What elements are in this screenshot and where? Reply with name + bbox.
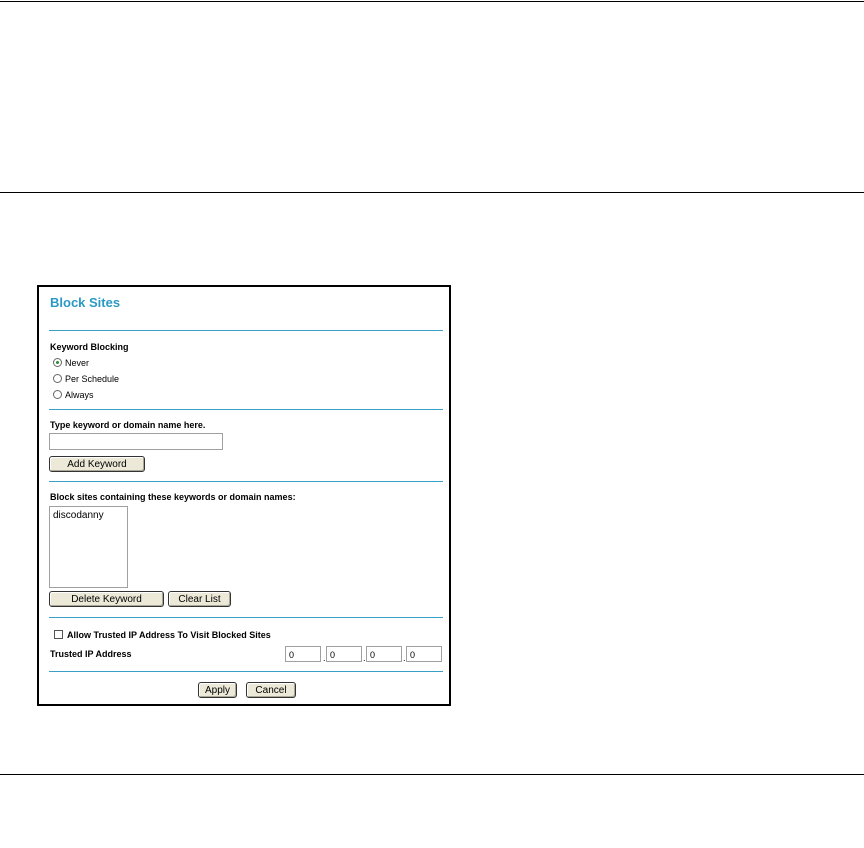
radio-per-schedule-label: Per Schedule	[65, 373, 120, 384]
section-divider	[49, 330, 443, 331]
allow-trusted-ip-checkbox[interactable]	[54, 630, 63, 639]
section-divider	[49, 617, 443, 618]
delete-keyword-button[interactable]: Delete Keyword	[49, 591, 164, 607]
page-top-rule	[0, 1, 864, 2]
allow-trusted-ip-label: Allow Trusted IP Address To Visit Blocke…	[67, 630, 271, 640]
radio-per-schedule-button[interactable]	[53, 374, 62, 383]
ip-octet-2[interactable]: 0	[326, 646, 362, 662]
ip-octet-3[interactable]: 0	[366, 646, 402, 662]
page-footer-rule	[0, 774, 864, 775]
cancel-button[interactable]: Cancel	[246, 682, 296, 698]
ip-octet-1[interactable]: 0	[285, 646, 321, 662]
section-divider	[49, 481, 443, 482]
keyword-input[interactable]	[49, 433, 223, 450]
radio-always-button[interactable]	[53, 390, 62, 399]
keyword-blocking-label: Keyword Blocking	[50, 342, 129, 352]
radio-never-button[interactable]	[53, 358, 62, 367]
radio-never-label: Never	[65, 357, 90, 368]
section-divider	[49, 671, 443, 672]
radio-always-label: Always	[65, 389, 94, 400]
page-header-rule	[0, 192, 864, 193]
radio-always[interactable]: Always	[53, 388, 94, 401]
list-item[interactable]: discodanny	[50, 507, 127, 521]
blocked-list-label: Block sites containing these keywords or…	[50, 492, 296, 502]
ip-octet-4[interactable]: 0	[406, 646, 442, 662]
apply-button[interactable]: Apply	[198, 682, 237, 698]
blocked-keywords-list[interactable]: discodanny	[49, 506, 128, 588]
add-keyword-button[interactable]: Add Keyword	[49, 456, 145, 472]
page-title: Block Sites	[50, 295, 121, 310]
keyword-input-label: Type keyword or domain name here.	[50, 420, 206, 430]
clear-list-button[interactable]: Clear List	[168, 591, 231, 607]
radio-never[interactable]: Never	[53, 356, 89, 369]
trusted-ip-label: Trusted IP Address	[50, 649, 132, 659]
section-divider	[49, 409, 443, 410]
radio-per-schedule[interactable]: Per Schedule	[53, 372, 119, 385]
block-sites-panel: Block Sites Keyword Blocking Never Per S…	[37, 285, 451, 706]
